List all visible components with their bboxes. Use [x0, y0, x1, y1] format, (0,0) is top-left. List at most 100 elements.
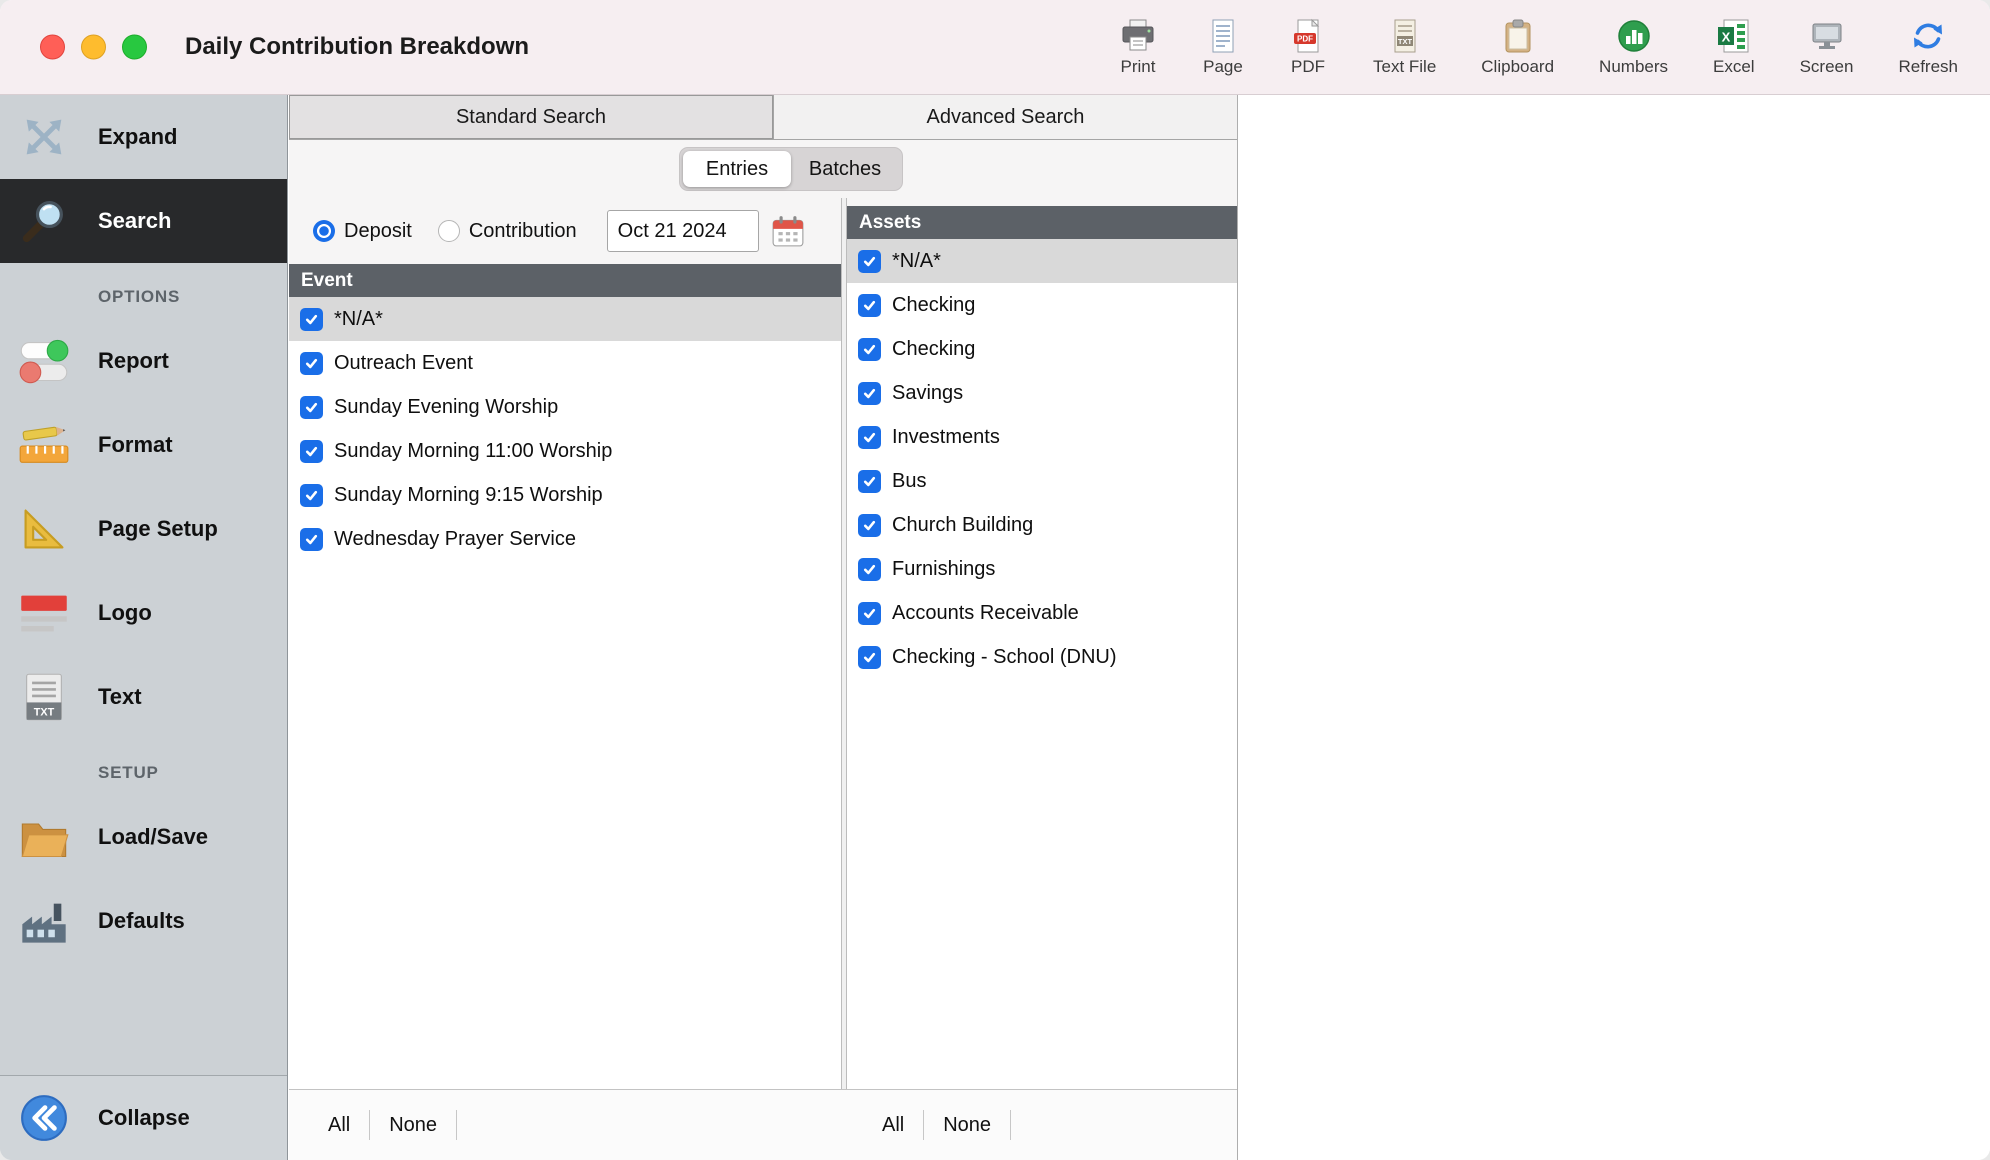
sidebar-item-label: Load/Save [98, 824, 208, 850]
assets-list-item[interactable]: Accounts Receivable [847, 591, 1237, 635]
entries-batches-segmented-control: Entries Batches [679, 147, 903, 191]
sidebar-item-text[interactable]: TXT Text [0, 655, 287, 739]
text-file-button[interactable]: TXT Text File [1373, 18, 1436, 77]
row-checkbox-checked-icon[interactable] [858, 558, 881, 581]
event-all-button[interactable]: All [313, 1108, 365, 1143]
row-checkbox-checked-icon[interactable] [858, 250, 881, 273]
sidebar-item-label: Format [98, 432, 173, 458]
toolbar-item-label: Refresh [1898, 57, 1958, 77]
row-checkbox-checked-icon[interactable] [858, 470, 881, 493]
search-tab-bar: Standard Search Advanced Search [289, 95, 1237, 140]
button-separator [923, 1110, 924, 1140]
assets-list-item[interactable]: Church Building [847, 503, 1237, 547]
assets-list-item[interactable]: Investments [847, 415, 1237, 459]
traffic-lights [40, 35, 147, 60]
row-checkbox-checked-icon[interactable] [300, 484, 323, 507]
segment-entries[interactable]: Entries [683, 151, 791, 187]
tab-advanced-search[interactable]: Advanced Search [773, 95, 1237, 139]
clipboard-button[interactable]: Clipboard [1481, 18, 1554, 77]
sidebar-item-load-save[interactable]: Load/Save [0, 795, 287, 879]
event-list-item[interactable]: Wednesday Prayer Service [289, 517, 841, 561]
page-button[interactable]: Page [1203, 18, 1243, 77]
excel-button[interactable]: X Excel [1713, 18, 1755, 77]
sidebar-item-report[interactable]: Report [0, 319, 287, 403]
refresh-button[interactable]: Refresh [1898, 18, 1958, 77]
screen-button[interactable]: Screen [1800, 18, 1854, 77]
calendar-icon[interactable] [771, 214, 805, 248]
row-label: *N/A* [892, 250, 941, 273]
txt-document-icon: TXT [16, 671, 72, 723]
button-separator [456, 1110, 457, 1140]
assets-buttons-group: All None [847, 1108, 1237, 1143]
row-checkbox-checked-icon[interactable] [858, 602, 881, 625]
assets-list-item[interactable]: Checking [847, 283, 1237, 327]
row-label: Outreach Event [334, 352, 473, 375]
event-list-item[interactable]: Outreach Event [289, 341, 841, 385]
toolbar-item-label: Screen [1800, 57, 1854, 77]
row-checkbox-checked-icon[interactable] [858, 382, 881, 405]
zoom-window-button[interactable] [122, 35, 147, 60]
factory-icon [16, 895, 72, 947]
event-buttons-group: All None [289, 1108, 847, 1143]
assets-list-item[interactable]: Furnishings [847, 547, 1237, 591]
row-label: Savings [892, 382, 963, 405]
row-checkbox-checked-icon[interactable] [300, 396, 323, 419]
event-list: *N/A* Outreach Event Sunday Evening Worshi… [289, 297, 841, 1089]
row-label: Investments [892, 426, 1000, 449]
sidebar-item-search[interactable]: Search [0, 179, 287, 263]
row-checkbox-checked-icon[interactable] [858, 294, 881, 317]
contribution-radio-label[interactable]: Contribution [469, 220, 577, 243]
contribution-radio[interactable] [438, 220, 460, 242]
entries-batches-strip: Entries Batches [289, 140, 1237, 198]
sidebar-options-header: OPTIONS [98, 277, 287, 317]
assets-list-item[interactable]: Checking - School (DNU) [847, 635, 1237, 679]
pdf-button[interactable]: PDF PDF [1288, 18, 1328, 77]
segment-batches[interactable]: Batches [791, 151, 899, 187]
set-square-icon [16, 503, 72, 555]
date-input[interactable] [607, 210, 759, 252]
row-checkbox-checked-icon[interactable] [300, 528, 323, 551]
row-checkbox-checked-icon[interactable] [858, 426, 881, 449]
assets-list-item[interactable]: *N/A* [847, 239, 1237, 283]
sidebar-item-format[interactable]: Format [0, 403, 287, 487]
assets-none-button[interactable]: None [928, 1108, 1006, 1143]
event-list-item[interactable]: Sunday Morning 11:00 Worship [289, 429, 841, 473]
tab-standard-search[interactable]: Standard Search [289, 95, 773, 139]
assets-all-button[interactable]: All [867, 1108, 919, 1143]
toolbar-item-label: Numbers [1599, 57, 1668, 77]
row-checkbox-checked-icon[interactable] [858, 646, 881, 669]
sidebar-item-logo[interactable]: Logo [0, 571, 287, 655]
sidebar-item-label: Search [98, 208, 171, 234]
row-label: Sunday Evening Worship [334, 396, 558, 419]
minimize-window-button[interactable] [81, 35, 106, 60]
event-list-item[interactable]: *N/A* [289, 297, 841, 341]
sidebar-item-expand[interactable]: Expand [0, 95, 287, 179]
row-checkbox-checked-icon[interactable] [300, 440, 323, 463]
sidebar-item-page-setup[interactable]: Page Setup [0, 487, 287, 571]
event-none-button[interactable]: None [374, 1108, 452, 1143]
event-list-item[interactable]: Sunday Evening Worship [289, 385, 841, 429]
row-checkbox-checked-icon[interactable] [300, 308, 323, 331]
assets-list-item[interactable]: Bus [847, 459, 1237, 503]
deposit-radio-label[interactable]: Deposit [344, 220, 412, 243]
row-label: Wednesday Prayer Service [334, 528, 576, 551]
print-button[interactable]: Print [1118, 18, 1158, 77]
assets-list-item[interactable]: Checking [847, 327, 1237, 371]
toolbar-item-label: Excel [1713, 57, 1755, 77]
event-panel-header: Event [289, 264, 841, 297]
assets-list-item[interactable]: Savings [847, 371, 1237, 415]
deposit-radio[interactable] [313, 220, 335, 242]
numbers-button[interactable]: Numbers [1599, 18, 1668, 77]
row-label: Checking [892, 294, 975, 317]
close-window-button[interactable] [40, 35, 65, 60]
sidebar-item-collapse[interactable]: Collapse [0, 1075, 287, 1160]
logo-blocks-icon [16, 587, 72, 639]
row-checkbox-checked-icon[interactable] [300, 352, 323, 375]
event-list-item[interactable]: Sunday Morning 9:15 Worship [289, 473, 841, 517]
sidebar-item-defaults[interactable]: Defaults [0, 879, 287, 963]
svg-text:PDF: PDF [1297, 34, 1313, 43]
sidebar: Expand Search OPTIONS [0, 95, 288, 1160]
row-checkbox-checked-icon[interactable] [858, 514, 881, 537]
row-checkbox-checked-icon[interactable] [858, 338, 881, 361]
row-label: Church Building [892, 514, 1033, 537]
